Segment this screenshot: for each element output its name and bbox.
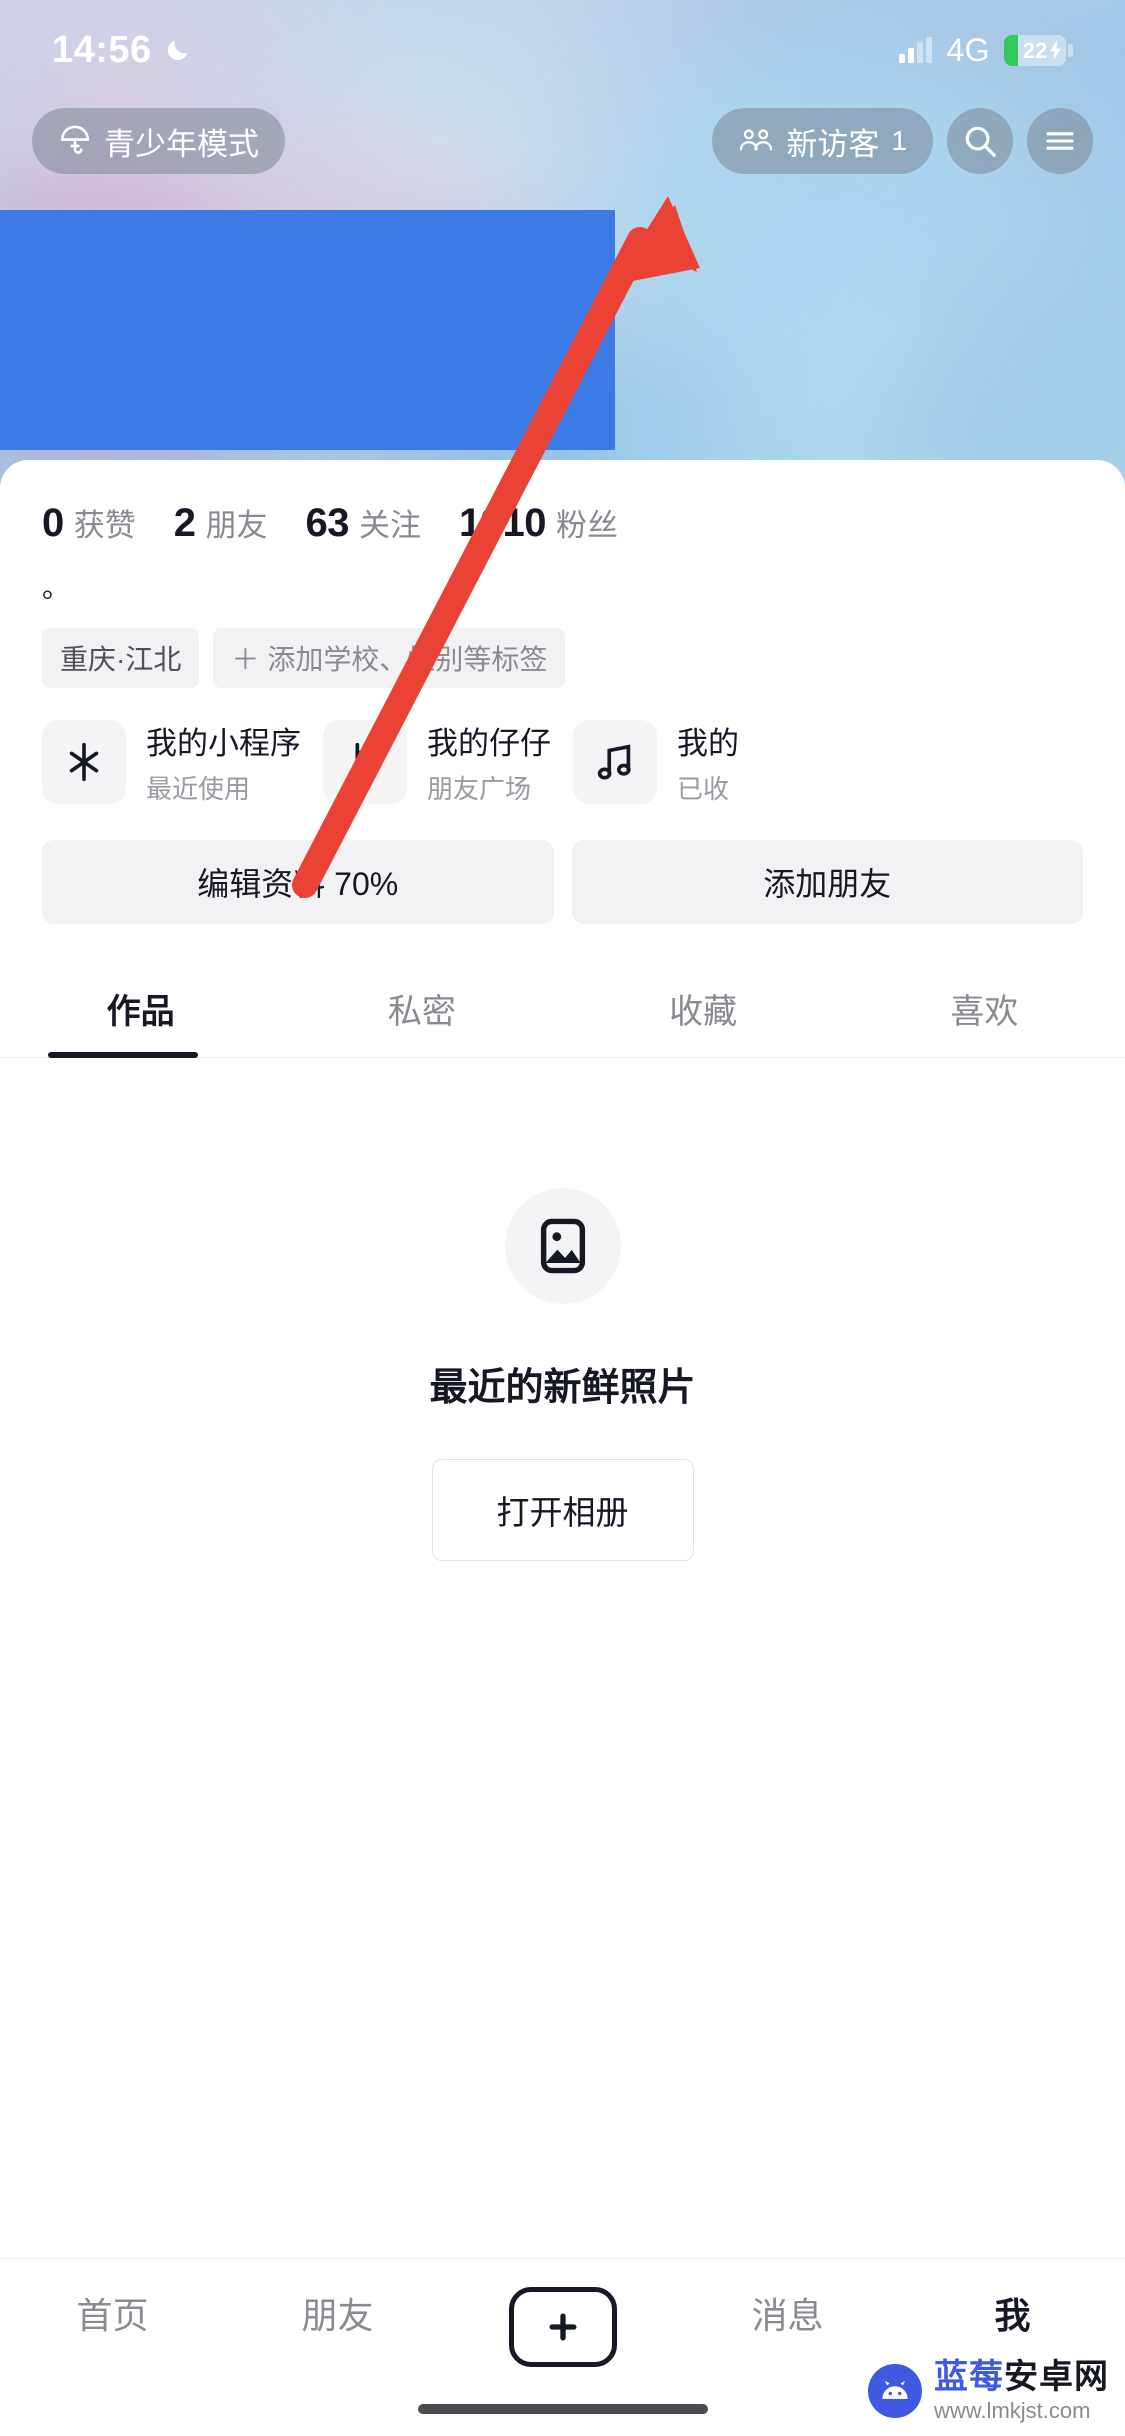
teen-mode-label: 青少年模式 — [104, 119, 259, 164]
add-tag-button[interactable]: ＋ 添加学校、性别等标签 — [213, 628, 565, 688]
profile-tags-row: 重庆·江北 ＋ 添加学校、性别等标签 — [0, 606, 1125, 688]
profile-stats-row: 0 获赞 2 朋友 63 关注 1310 粉丝 — [0, 460, 1125, 546]
watermark-brand-blue: 蓝莓 — [934, 2358, 1004, 2396]
hamburger-menu-icon — [1042, 126, 1078, 156]
battery-icon: 22 — [1004, 35, 1073, 66]
service-card-subtitle: 朋友广场 — [427, 769, 551, 806]
stat-label: 获赞 — [74, 500, 136, 545]
nav-item-messages[interactable]: 消息 — [675, 2287, 900, 2339]
search-button[interactable] — [947, 108, 1013, 174]
active-tab-indicator — [48, 1052, 198, 1058]
stat-value: 2 — [174, 501, 196, 546]
service-card-music[interactable]: 我的 已收 — [573, 718, 739, 806]
stat-fans[interactable]: 1310 粉丝 — [459, 500, 618, 546]
new-visitors-button[interactable]: 新访客 1 — [712, 108, 933, 174]
service-cards-row[interactable]: 我的小程序 最近使用 我的仔仔 朋友广场 — [0, 688, 1125, 806]
asterisk-icon — [42, 720, 126, 804]
stat-likes[interactable]: 0 获赞 — [42, 500, 136, 546]
add-tag-label: 添加学校、性别等标签 — [267, 644, 547, 675]
empty-state: 最近的新鲜照片 打开相册 — [0, 1058, 1125, 1561]
umbrella-icon — [58, 124, 92, 158]
stat-value: 1310 — [459, 501, 546, 546]
service-card-title: 我的小程序 — [146, 718, 301, 763]
person-icon — [323, 720, 407, 804]
profile-header-bar: 青少年模式 新访客 1 — [0, 98, 1125, 184]
service-card-zaizai[interactable]: 我的仔仔 朋友广场 — [323, 718, 551, 806]
home-indicator[interactable] — [418, 2404, 708, 2414]
search-icon — [961, 122, 999, 160]
teen-mode-button[interactable]: 青少年模式 — [32, 108, 285, 174]
network-type-label: 4G — [946, 32, 990, 69]
tab-private[interactable]: 私密 — [281, 968, 562, 1057]
nav-item-home[interactable]: 首页 — [0, 2287, 225, 2339]
nav-create-button[interactable] — [450, 2287, 675, 2367]
profile-actions-row: 编辑资料 70% 添加朋友 — [0, 806, 1125, 924]
nav-item-me[interactable]: 我 — [900, 2287, 1125, 2339]
empty-state-caption: 最近的新鲜照片 — [429, 1356, 695, 1411]
tab-collections[interactable]: 收藏 — [563, 968, 844, 1057]
tab-likes[interactable]: 喜欢 — [844, 968, 1125, 1057]
status-bar: 14:56 4G 22 — [0, 0, 1125, 100]
stat-label: 关注 — [359, 500, 421, 545]
watermark-brand-dark: 安卓网 — [1004, 2358, 1109, 2396]
stat-value: 0 — [42, 501, 64, 546]
plus-icon — [543, 2307, 583, 2347]
service-card-subtitle: 已收 — [677, 769, 739, 806]
service-card-subtitle: 最近使用 — [146, 769, 301, 806]
add-friend-button[interactable]: 添加朋友 — [572, 840, 1084, 924]
photo-image-icon — [505, 1188, 621, 1304]
signal-strength-icon — [899, 37, 932, 63]
service-card-title: 我的仔仔 — [427, 718, 551, 763]
stat-label: 粉丝 — [556, 500, 618, 545]
phone-screen: 14:56 4G 22 — [0, 0, 1125, 2436]
service-card-miniprogram[interactable]: 我的小程序 最近使用 — [42, 718, 301, 806]
stat-following[interactable]: 63 关注 — [306, 500, 422, 546]
tab-works[interactable]: 作品 — [0, 968, 281, 1057]
plus-icon: ＋ — [231, 644, 259, 675]
profile-bio[interactable]: 。 — [0, 546, 1125, 606]
new-visitors-label: 新访客 — [786, 119, 879, 164]
menu-button[interactable] — [1027, 108, 1093, 174]
moon-icon — [164, 36, 192, 64]
profile-sheet: 0 获赞 2 朋友 63 关注 1310 粉丝 。 重庆·江北 ＋ 添加学校、性别… — [0, 460, 1125, 2436]
service-card-title: 我的 — [677, 718, 739, 763]
content-tabs: 作品 私密 收藏 喜欢 — [0, 968, 1125, 1058]
site-watermark: 蓝莓安卓网 www.lmkjst.com — [868, 2360, 1109, 2422]
stat-friends[interactable]: 2 朋友 — [174, 500, 268, 546]
music-note-icon — [573, 720, 657, 804]
stat-label: 朋友 — [206, 500, 268, 545]
censored-region — [0, 210, 615, 450]
watermark-url: www.lmkjst.com — [934, 2400, 1109, 2422]
status-bar-time: 14:56 — [52, 29, 152, 72]
charging-bolt-icon — [1050, 40, 1062, 60]
stat-value: 63 — [306, 501, 350, 546]
new-visitors-count: 1 — [891, 125, 907, 157]
edit-profile-button[interactable]: 编辑资料 70% — [42, 840, 554, 924]
nav-item-friends[interactable]: 朋友 — [225, 2287, 450, 2339]
people-icon — [738, 126, 774, 156]
open-album-button[interactable]: 打开相册 — [432, 1459, 694, 1561]
android-mascot-icon — [868, 2364, 922, 2418]
location-tag[interactable]: 重庆·江北 — [42, 628, 199, 688]
